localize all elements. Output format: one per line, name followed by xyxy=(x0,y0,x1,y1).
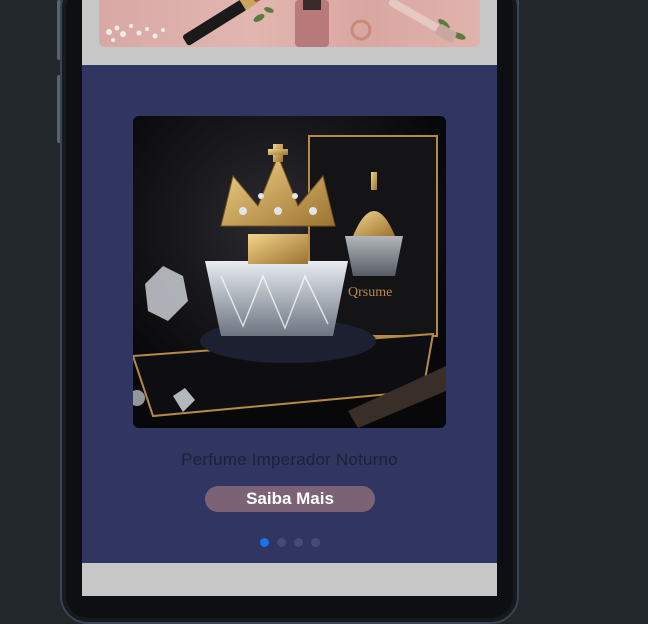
cosmetics-banner-image xyxy=(99,0,480,47)
crown-perfume-bottle-icon: Qrsume xyxy=(133,116,446,428)
phone-screen: Qrsume Perfume Imperador Noturno Saiba M… xyxy=(82,0,497,596)
carousel-dot-2[interactable] xyxy=(277,538,286,547)
carousel-dot-1[interactable] xyxy=(260,538,269,547)
carousel-dot-4[interactable] xyxy=(311,538,320,547)
crown-perfume-image[interactable]: Qrsume xyxy=(133,116,446,428)
svg-text:Qrsume: Qrsume xyxy=(348,285,392,300)
saiba-mais-button[interactable]: Saiba Mais xyxy=(205,486,375,512)
product-title: Perfume Imperador Noturno xyxy=(181,450,398,469)
carousel-dot-3[interactable] xyxy=(294,538,303,547)
carousel-pagination xyxy=(82,538,497,548)
product-carousel[interactable]: Qrsume Perfume Imperador Noturno Saiba M… xyxy=(82,65,497,563)
cosmetics-flatlay-icon xyxy=(106,0,466,47)
